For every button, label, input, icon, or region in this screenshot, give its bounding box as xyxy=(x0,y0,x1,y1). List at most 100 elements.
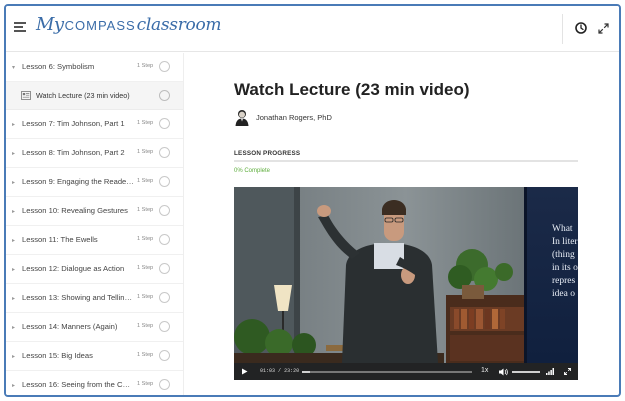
sidebar-lesson-label: Lesson 13: Showing and Telling in Mockin… xyxy=(22,293,134,302)
lesson-step-count: 1 Step xyxy=(137,120,154,126)
chevron-right-icon[interactable]: ▸ xyxy=(12,353,15,360)
lesson-step-count: 1 Step xyxy=(137,352,154,358)
lesson-status-circle[interactable] xyxy=(159,263,170,274)
chevron-right-icon[interactable]: ▸ xyxy=(12,237,15,244)
video-total-time: 23:20 xyxy=(284,368,300,374)
volume-icon[interactable] xyxy=(499,368,508,376)
lesson-status-circle[interactable] xyxy=(159,350,170,361)
chevron-right-icon[interactable]: ▸ xyxy=(12,266,15,273)
slide-text: What In liter (thing in its o repres idea o xyxy=(552,223,578,301)
sidebar-lesson[interactable]: ▸ Lesson 12: Dialogue as Action 1 Step xyxy=(6,255,183,284)
lesson-step-count: 1 Step xyxy=(137,207,154,213)
sidebar-lesson-label: Lesson 16: Seeing from the Characters' E… xyxy=(22,380,134,389)
slide-text-line: What xyxy=(552,224,573,234)
lesson-progress-label: LESSON PROGRESS xyxy=(234,150,301,157)
lecture-video-player[interactable]: What In liter (thing in its o repres idea o 0… xyxy=(234,187,578,380)
slide-text-line: (thing xyxy=(552,250,575,260)
sidebar-topic[interactable]: Watch Lecture (23 min video) xyxy=(6,82,183,110)
sidebar-lesson-label: Lesson 12: Dialogue as Action xyxy=(22,264,125,273)
page-title: Watch Lecture (23 min video) xyxy=(234,80,470,99)
lesson-status-circle[interactable] xyxy=(159,176,170,187)
volume-slider[interactable] xyxy=(512,371,540,373)
video-seek-fill xyxy=(302,371,310,373)
play-icon[interactable] xyxy=(241,368,248,375)
video-controls: 01:03 / 23:20 1x xyxy=(234,363,578,380)
app-frame: My COMPASS classroom ▾ Lesson 6: Symbolis… xyxy=(4,4,621,397)
lesson-status-circle[interactable] xyxy=(159,379,170,390)
fullscreen-icon[interactable] xyxy=(564,368,571,375)
sidebar-lesson-label: Lesson 8: Tim Johnson, Part 2 xyxy=(22,148,125,157)
lesson-step-count: 1 Step xyxy=(137,265,154,271)
chevron-right-icon[interactable]: ▸ xyxy=(12,208,15,215)
header-divider xyxy=(562,14,563,44)
chevron-right-icon[interactable]: ▸ xyxy=(12,324,15,331)
chevron-right-icon[interactable]: ▸ xyxy=(12,179,15,186)
quality-icon[interactable] xyxy=(546,368,554,375)
lesson-status-circle[interactable] xyxy=(159,292,170,303)
sidebar-lesson-label: Lesson 6: Symbolism xyxy=(22,62,95,71)
author-name: Jonathan Rogers, PhD xyxy=(256,112,332,122)
sidebar-lesson[interactable]: ▸ Lesson 7: Tim Johnson, Part 1 1 Step xyxy=(6,110,183,139)
author-row: Jonathan Rogers, PhD xyxy=(234,108,332,126)
lesson-sidebar: ▾ Lesson 6: Symbolism 1 Step Watch Lecture … xyxy=(6,53,184,395)
lesson-step-count: 1 Step xyxy=(137,149,154,155)
lesson-step-count: 1 Step xyxy=(137,178,154,184)
sidebar-lesson-label: Lesson 11: The Ewells xyxy=(22,235,98,244)
slide-text-line: repres xyxy=(552,276,576,286)
lesson-status-circle[interactable] xyxy=(159,321,170,332)
sidebar-lesson-label: Lesson 15: Big Ideas xyxy=(22,351,93,360)
lesson-step-count: 1 Step xyxy=(137,294,154,300)
lesson-progress-percent: 0% Complete xyxy=(234,168,271,174)
sidebar-lesson[interactable]: ▸ Lesson 15: Big Ideas 1 Step xyxy=(6,342,183,371)
author-avatar xyxy=(234,108,250,126)
main-content: Watch Lecture (23 min video) Jonathan Ro… xyxy=(184,53,619,395)
sidebar-lesson[interactable]: ▸ Lesson 13: Showing and Telling in Mocki… xyxy=(6,284,183,313)
chevron-right-icon[interactable]: ▸ xyxy=(12,382,15,389)
lesson-status-circle[interactable] xyxy=(159,118,170,129)
sidebar-lesson[interactable]: ▸ Lesson 14: Manners (Again) 1 Step xyxy=(6,313,183,342)
sidebar-lesson[interactable]: ▸ Lesson 10: Revealing Gestures 1 Step xyxy=(6,197,183,226)
lesson-step-count: 1 Step xyxy=(137,381,154,387)
chevron-right-icon[interactable]: ▸ xyxy=(12,121,15,128)
slide-text-line: In liter xyxy=(552,237,578,247)
lesson-status-circle[interactable] xyxy=(159,147,170,158)
expand-icon[interactable] xyxy=(598,23,609,34)
sidebar-lesson-label: Lesson 9: Engaging the Reader's Emotions xyxy=(22,177,134,186)
lesson-step-count: 1 Step xyxy=(137,323,154,329)
top-bar: My COMPASS classroom xyxy=(6,6,619,52)
sidebar-lesson[interactable]: ▸ Lesson 8: Tim Johnson, Part 2 1 Step xyxy=(6,139,183,168)
chevron-right-icon[interactable]: ▸ xyxy=(12,150,15,157)
video-current-time: 01:03 xyxy=(260,368,276,374)
video-time-separator: / xyxy=(278,368,282,374)
slide-text-line: in its o xyxy=(552,263,578,273)
chevron-right-icon[interactable]: ▸ xyxy=(12,295,15,302)
sidebar-lesson-label: Lesson 10: Revealing Gestures xyxy=(22,206,128,215)
sidebar-lesson-label: Lesson 7: Tim Johnson, Part 1 xyxy=(22,119,125,128)
sidebar-topic-label: Watch Lecture (23 min video) xyxy=(36,91,130,100)
sidebar-lesson[interactable]: ▸ Lesson 9: Engaging the Reader's Emotion… xyxy=(6,168,183,197)
lesson-status-circle[interactable] xyxy=(159,205,170,216)
site-logo[interactable]: My COMPASS classroom xyxy=(36,14,222,44)
menu-icon[interactable] xyxy=(14,22,26,34)
lesson-step-count: 1 Step xyxy=(137,236,154,242)
logo-my: My xyxy=(36,14,64,35)
sidebar-lesson[interactable]: ▾ Lesson 6: Symbolism 1 Step xyxy=(6,53,183,82)
chevron-down-icon[interactable]: ▾ xyxy=(12,64,15,71)
slide-text-line: idea o xyxy=(552,289,575,299)
clock-icon[interactable] xyxy=(575,22,587,34)
lesson-step-count: 1 Step xyxy=(137,63,154,69)
sidebar-lesson[interactable]: ▸ Lesson 16: Seeing from the Characters' … xyxy=(6,371,183,395)
lesson-progress-bar xyxy=(234,160,578,162)
sidebar-lesson-label: Lesson 14: Manners (Again) xyxy=(22,322,118,331)
logo-classroom: classroom xyxy=(136,15,222,35)
playback-speed-button[interactable]: 1x xyxy=(481,367,488,374)
logo-compass: COMPASS xyxy=(64,18,136,33)
topic-status-circle[interactable] xyxy=(159,90,170,101)
topic-doc-icon xyxy=(21,91,31,100)
lesson-status-circle[interactable] xyxy=(159,234,170,245)
sidebar-lesson[interactable]: ▸ Lesson 11: The Ewells 1 Step xyxy=(6,226,183,255)
video-frame-image xyxy=(234,187,578,363)
video-seek-bar[interactable] xyxy=(302,371,472,373)
video-time: 01:03 / 23:20 xyxy=(260,368,299,374)
lesson-status-circle[interactable] xyxy=(159,61,170,72)
